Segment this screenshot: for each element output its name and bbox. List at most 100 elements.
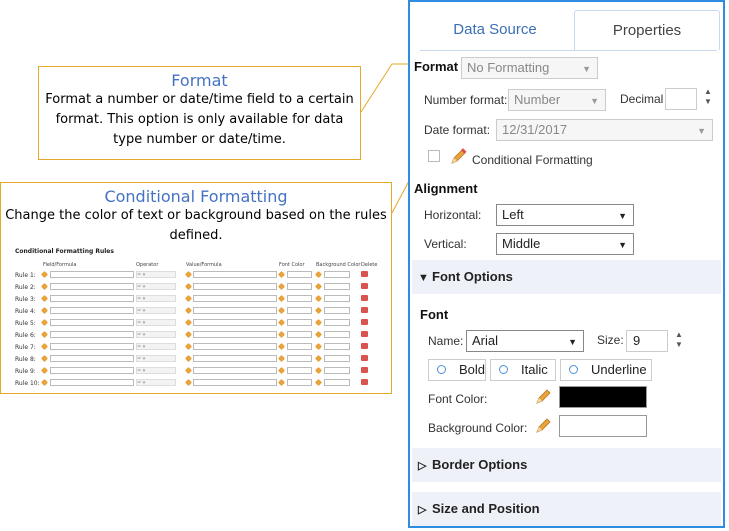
rule-value-input[interactable] <box>193 295 277 302</box>
pencil-icon[interactable] <box>40 294 49 303</box>
pencil-icon[interactable] <box>40 354 49 363</box>
rule-field-input[interactable] <box>50 343 134 350</box>
rule-operator-select[interactable]: = ▾ <box>136 283 176 290</box>
pencil-icon[interactable] <box>40 282 49 291</box>
rule-background-color-input[interactable] <box>324 379 350 386</box>
pencil-icon[interactable] <box>534 388 552 406</box>
number-format-dropdown[interactable]: Number ▼ <box>508 89 606 111</box>
pencil-icon[interactable] <box>314 366 323 375</box>
horizontal-dropdown[interactable]: Left ▼ <box>496 204 634 226</box>
pencil-icon[interactable] <box>184 306 193 315</box>
pencil-icon[interactable] <box>184 294 193 303</box>
eraser-icon[interactable] <box>361 319 368 325</box>
font-options-header[interactable]: ▼ Font Options <box>412 260 721 294</box>
rule-operator-select[interactable]: = ▾ <box>136 295 176 302</box>
pencil-icon[interactable] <box>277 378 286 387</box>
rule-background-color-input[interactable] <box>324 319 350 326</box>
rule-field-input[interactable] <box>50 295 134 302</box>
conditional-formatting-checkbox[interactable] <box>428 150 440 162</box>
rule-font-color-input[interactable] <box>287 379 312 386</box>
pencil-icon[interactable] <box>184 342 193 351</box>
pencil-icon[interactable] <box>184 270 193 279</box>
rule-font-color-input[interactable] <box>287 307 312 314</box>
pencil-icon[interactable] <box>277 294 286 303</box>
rule-font-color-input[interactable] <box>287 319 312 326</box>
date-format-dropdown[interactable]: 12/31/2017 ▼ <box>496 119 713 141</box>
pencil-icon[interactable] <box>277 342 286 351</box>
pencil-icon[interactable] <box>277 330 286 339</box>
rule-value-input[interactable] <box>193 379 277 386</box>
rule-font-color-input[interactable] <box>287 295 312 302</box>
pencil-icon[interactable] <box>449 148 467 166</box>
rule-background-color-input[interactable] <box>324 331 350 338</box>
pencil-icon[interactable] <box>314 270 323 279</box>
pencil-icon[interactable] <box>314 354 323 363</box>
eraser-icon[interactable] <box>361 295 368 301</box>
rule-field-input[interactable] <box>50 319 134 326</box>
background-color-swatch[interactable] <box>559 415 647 437</box>
border-options-header[interactable]: ▷ Border Options <box>412 448 721 482</box>
rule-font-color-input[interactable] <box>287 367 312 374</box>
rule-font-color-input[interactable] <box>287 271 312 278</box>
rule-background-color-input[interactable] <box>324 271 350 278</box>
pencil-icon[interactable] <box>314 306 323 315</box>
eraser-icon[interactable] <box>361 283 368 289</box>
pencil-icon[interactable] <box>184 366 193 375</box>
rule-operator-select[interactable]: = ▾ <box>136 343 176 350</box>
italic-option[interactable]: Italic <box>490 359 556 381</box>
rule-operator-select[interactable]: = ▾ <box>136 271 176 278</box>
tab-data-source[interactable]: Data Source <box>420 10 570 50</box>
pencil-icon[interactable] <box>40 270 49 279</box>
pencil-icon[interactable] <box>184 318 193 327</box>
rule-field-input[interactable] <box>50 331 134 338</box>
tab-properties[interactable]: Properties <box>574 10 720 50</box>
eraser-icon[interactable] <box>361 331 368 337</box>
pencil-icon[interactable] <box>184 354 193 363</box>
size-position-header[interactable]: ▷ Size and Position <box>412 492 721 526</box>
rule-operator-select[interactable]: = ▾ <box>136 379 176 386</box>
pencil-icon[interactable] <box>277 306 286 315</box>
font-size-input[interactable]: 9 <box>626 330 668 352</box>
rule-operator-select[interactable]: = ▾ <box>136 355 176 362</box>
vertical-dropdown[interactable]: Middle ▼ <box>496 233 634 255</box>
rule-font-color-input[interactable] <box>287 331 312 338</box>
pencil-icon[interactable] <box>314 282 323 291</box>
rule-value-input[interactable] <box>193 307 277 314</box>
eraser-icon[interactable] <box>361 379 368 385</box>
decimal-stepper[interactable]: ▲ ▼ <box>704 87 712 107</box>
rule-field-input[interactable] <box>50 379 134 386</box>
decimal-input[interactable] <box>665 88 697 110</box>
rule-operator-select[interactable]: = ▾ <box>136 319 176 326</box>
font-size-stepper[interactable]: ▲ ▼ <box>675 330 683 350</box>
rule-field-input[interactable] <box>50 307 134 314</box>
pencil-icon[interactable] <box>314 378 323 387</box>
pencil-icon[interactable] <box>184 282 193 291</box>
rule-operator-select[interactable]: = ▾ <box>136 307 176 314</box>
underline-option[interactable]: Underline <box>560 359 652 381</box>
rule-value-input[interactable] <box>193 367 277 374</box>
rule-value-input[interactable] <box>193 283 277 290</box>
pencil-icon[interactable] <box>314 342 323 351</box>
pencil-icon[interactable] <box>40 378 49 387</box>
rule-font-color-input[interactable] <box>287 355 312 362</box>
rule-value-input[interactable] <box>193 355 277 362</box>
font-color-swatch[interactable] <box>559 386 647 408</box>
pencil-icon[interactable] <box>277 366 286 375</box>
rule-value-input[interactable] <box>193 271 277 278</box>
rule-field-input[interactable] <box>50 367 134 374</box>
rule-field-input[interactable] <box>50 355 134 362</box>
rule-background-color-input[interactable] <box>324 295 350 302</box>
rule-background-color-input[interactable] <box>324 367 350 374</box>
eraser-icon[interactable] <box>361 271 368 277</box>
eraser-icon[interactable] <box>361 355 368 361</box>
eraser-icon[interactable] <box>361 343 368 349</box>
pencil-icon[interactable] <box>184 330 193 339</box>
rule-value-input[interactable] <box>193 319 277 326</box>
rule-operator-select[interactable]: = ▾ <box>136 331 176 338</box>
pencil-icon[interactable] <box>314 294 323 303</box>
pencil-icon[interactable] <box>40 306 49 315</box>
rule-field-input[interactable] <box>50 271 134 278</box>
format-dropdown[interactable]: No Formatting ▼ <box>461 57 598 79</box>
pencil-icon[interactable] <box>277 354 286 363</box>
font-name-dropdown[interactable]: Arial ▼ <box>466 330 584 352</box>
